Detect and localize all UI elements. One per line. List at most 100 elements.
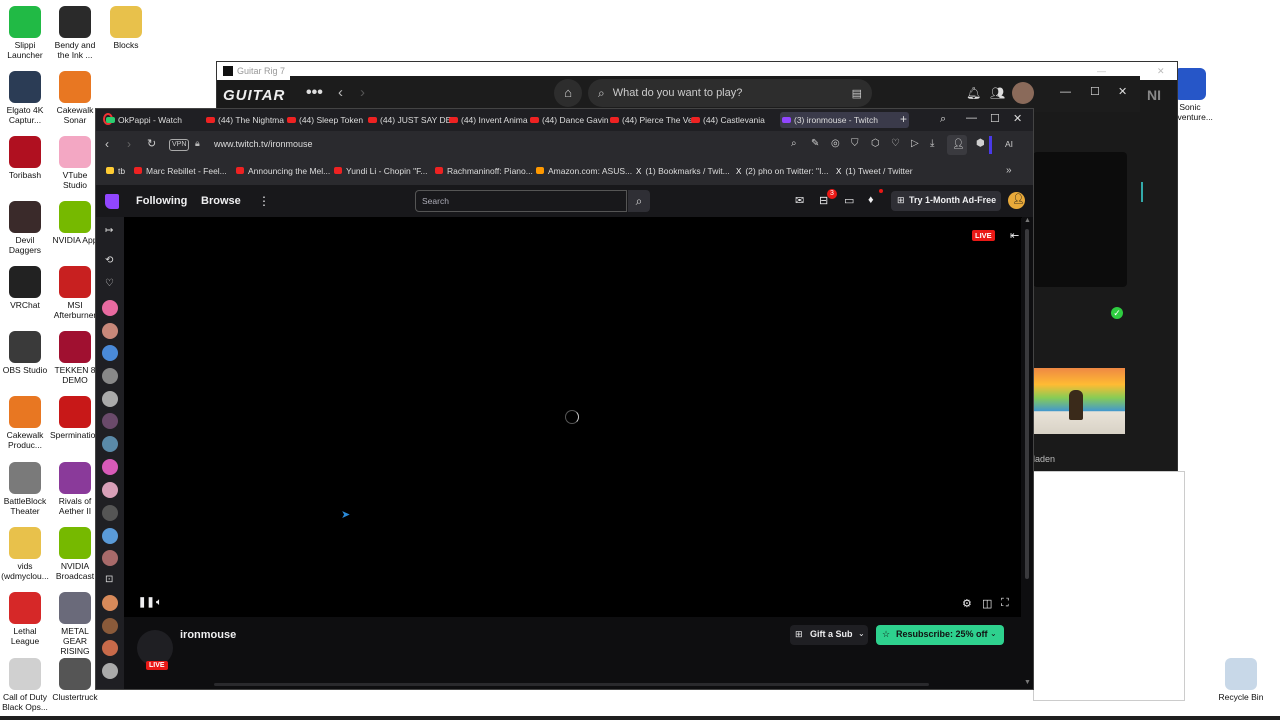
browser-tab[interactable]: (44) Pierce The Ve [608, 112, 702, 128]
followed-channel-avatar[interactable] [102, 528, 118, 544]
user-avatar[interactable]: 👤︎ [1008, 192, 1025, 209]
bookmark-item[interactable]: Amazon.com: ASUS... [536, 166, 632, 176]
browser-tab[interactable]: (44) Invent Anima [447, 112, 541, 128]
tab-search-icon[interactable]: ⌕ [940, 113, 946, 126]
channel-name[interactable]: ironmouse [180, 629, 236, 641]
url-field[interactable]: www.twitch.tv/ironmouse [214, 139, 313, 149]
followed-channel-avatar[interactable] [102, 550, 118, 566]
music-maximize-icon[interactable]: ☐ [1090, 85, 1100, 98]
followed-channel-avatar[interactable] [102, 482, 118, 498]
volume-icon[interactable]: 🔈︎ [156, 597, 162, 608]
followed-channel-avatar[interactable] [102, 368, 118, 384]
followed-channel-avatar[interactable] [102, 459, 118, 475]
browser-tab[interactable]: (44) JUST SAY DE [366, 112, 460, 128]
desktop-icon[interactable]: Call of Duty Black Ops... [0, 658, 50, 712]
browser-tab[interactable]: (44) Castlevania [689, 112, 783, 128]
settings-icon[interactable]: ⚙ [962, 597, 972, 610]
desktop-icon[interactable]: Bendy and the Ink ... [50, 6, 100, 60]
whispers-icon[interactable]: ▭ [844, 194, 854, 207]
music-search-bar[interactable]: ⌕ What do you want to play? ▤ [588, 79, 872, 107]
shield-icon[interactable]: ⛉ [851, 138, 859, 149]
desktop-icon[interactable]: OBS Studio [0, 331, 50, 375]
maximize-icon[interactable]: ☐ [990, 112, 1000, 125]
twitch-search-input[interactable]: Search [415, 190, 627, 212]
fullscreen-icon[interactable]: ⛶ [1001, 597, 1009, 610]
followed-channel-avatar[interactable] [102, 323, 118, 339]
album-art[interactable] [1033, 368, 1125, 434]
desktop-icon[interactable]: Toribash [0, 136, 50, 180]
desktop-icon[interactable]: Spermination [50, 396, 100, 440]
nav-browse[interactable]: Browse [201, 195, 241, 207]
music-minimize-icon[interactable]: — [1060, 86, 1071, 98]
scrollbar[interactable]: ▲ ▼ [1022, 217, 1033, 689]
bookmark-item[interactable]: Rachmaninoff: Piano... [435, 166, 533, 176]
ad-free-button[interactable]: ⊞ Try 1-Month Ad-Free [891, 191, 1001, 211]
zoom-icon[interactable]: ⌕ [791, 138, 797, 149]
desktop-icon[interactable]: METAL GEAR RISING REV... [50, 592, 100, 666]
nav-following[interactable]: Following [136, 195, 187, 207]
crown-icon[interactable]: ♦ [868, 194, 874, 206]
prime-icon[interactable]: ✉ [795, 194, 804, 207]
desktop-icon[interactable]: MSI Afterburner [50, 266, 100, 320]
collapse-chat-icon[interactable]: ⇤ [1010, 229, 1019, 242]
heart-icon[interactable]: ♡ [891, 138, 900, 149]
scroll-down-icon[interactable]: ▼ [1024, 679, 1031, 686]
bell-icon[interactable]: 🔔︎ [966, 86, 981, 100]
followed-channel-avatar[interactable] [102, 505, 118, 521]
desktop-icon[interactable]: Rivals of Aether II [50, 462, 100, 516]
ai-button[interactable]: AI [1005, 139, 1013, 149]
back-icon[interactable]: ‹ [105, 137, 109, 151]
forward-icon[interactable]: › [127, 137, 131, 151]
video-player[interactable]: LIVE ⇤ ➤ ❚❚ 🔈︎ ⚙ ◫ ⛶ [124, 217, 1021, 617]
desktop-icon[interactable]: vids (wdmyclou... [0, 527, 50, 581]
horizontal-scrollbar[interactable] [214, 683, 929, 686]
profile-avatar[interactable] [1012, 82, 1034, 104]
player-icon[interactable]: ▷ [911, 138, 919, 149]
followed-channel-avatar[interactable] [102, 595, 118, 611]
browser-tab[interactable]: (3) ironmouse - Twitch [780, 112, 909, 128]
desktop-icon[interactable]: TEKKEN 8 DEMO [50, 331, 100, 385]
edit-icon[interactable]: ✎ [811, 138, 819, 149]
scroll-up-icon[interactable]: ▲ [1024, 217, 1031, 224]
minimize-icon[interactable]: — [966, 112, 977, 124]
expand-sidebar-icon[interactable]: ↦ [105, 225, 113, 236]
followed-channel-avatar[interactable] [102, 300, 118, 316]
music-close-icon[interactable]: ✕ [1118, 85, 1127, 98]
desktop-icon[interactable]: VTube Studio [50, 136, 100, 190]
gift-sub-button[interactable]: ⊞ Gift a Sub ⌄ [790, 625, 868, 645]
resubscribe-button[interactable]: ☆ Resubscribe: 25% off ⌄ [876, 625, 1004, 645]
followed-channel-avatar[interactable] [102, 640, 118, 656]
desktop-icon[interactable]: Cakewalk Sonar [50, 71, 100, 125]
camera-icon[interactable]: ◎ [831, 138, 840, 149]
followed-channel-avatar[interactable] [102, 618, 118, 634]
followed-channel-avatar[interactable] [102, 391, 118, 407]
bookmark-item[interactable]: X (1) Bookmarks / Twit... [636, 166, 730, 176]
twitch-logo-icon[interactable] [105, 194, 119, 209]
vpn-badge[interactable]: VPN [169, 139, 190, 151]
extension-icon[interactable]: ⬢ [976, 138, 985, 149]
panel-slider[interactable] [1141, 182, 1143, 202]
bookmark-item[interactable]: Announcing the Mel... [236, 166, 330, 176]
browser-tab[interactable]: OkPappi - Watch [104, 112, 208, 128]
bookmark-item[interactable]: X (1) Tweet / Twitter [836, 166, 913, 176]
desktop-icon[interactable]: Cakewalk Produc... [0, 396, 50, 450]
forward-icon[interactable]: › [360, 84, 365, 101]
bookmark-item[interactable]: Marc Rebillet - Feel... [134, 166, 227, 176]
bookmark-item[interactable]: X (2) pho on Twitter: "I... [736, 166, 829, 176]
desktop-icon[interactable]: Lethal League [0, 592, 50, 646]
close-icon[interactable]: ✕ [1157, 62, 1165, 80]
desktop-icon[interactable]: Recycle Bin [1216, 658, 1266, 702]
desktop-icon[interactable]: Blocks [101, 6, 151, 50]
friends-icon[interactable]: 👥︎ [990, 86, 1005, 100]
video-icon[interactable]: ⊡ [105, 574, 113, 585]
lock-icon[interactable]: 🔒︎ [195, 138, 200, 149]
desktop-icon[interactable]: NVIDIA Broadcast [50, 527, 100, 581]
browse-icon[interactable]: ▤ [852, 87, 862, 100]
close-icon[interactable]: ✕ [1013, 112, 1022, 125]
browser-tab[interactable]: (44) Sleep Token [285, 112, 379, 128]
more-vertical-icon[interactable]: ⋮ [258, 194, 270, 208]
theatre-mode-icon[interactable]: ◫ [982, 597, 992, 610]
followed-channel-avatar[interactable] [102, 436, 118, 452]
desktop-icon[interactable]: Elgato 4K Captur... [0, 71, 50, 125]
reload-icon[interactable]: ↻ [147, 137, 156, 150]
